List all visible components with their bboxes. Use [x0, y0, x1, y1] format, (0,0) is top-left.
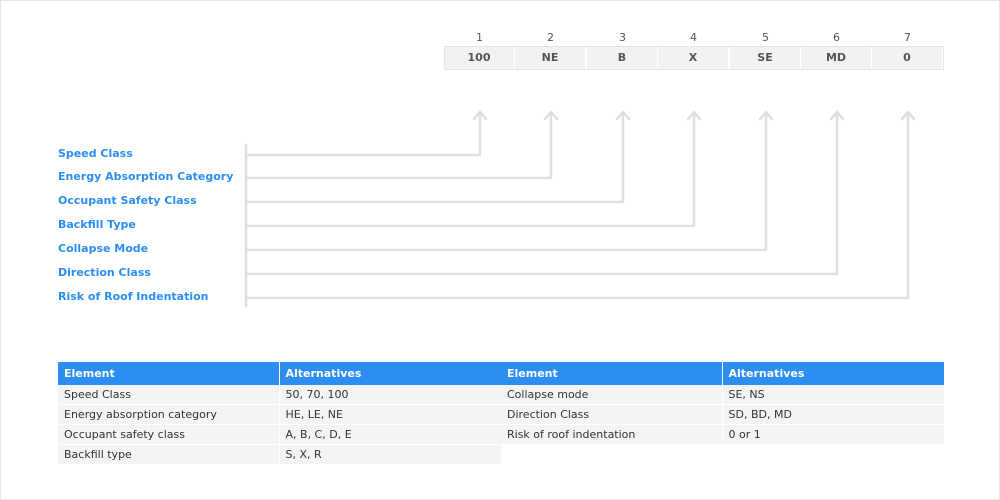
alternatives-cell: 50, 70, 100 — [279, 385, 502, 405]
connector-energy-absorption — [244, 110, 553, 180]
element-cell: Direction Class — [501, 404, 723, 425]
alternatives-table-left: Element Alternatives Speed Class 50, 70,… — [58, 362, 502, 465]
table-row: Collapse mode SE, NS — [501, 385, 945, 405]
connector-roof-indentation — [244, 110, 910, 300]
label-speed-class: Speed Class — [58, 147, 133, 160]
label-risk-of-roof-indentation: Risk of Roof Indentation — [58, 290, 209, 303]
table-row: Direction Class SD, BD, MD — [501, 404, 945, 425]
table-row: Occupant safety class A, B, C, D, E — [58, 424, 502, 445]
label-direction-class: Direction Class — [58, 266, 151, 279]
label-energy-absorption-category: Energy Absorption Category — [58, 170, 234, 183]
table-row: Backfill type S, X, R — [58, 444, 502, 465]
table-header-row: Element Alternatives — [58, 362, 502, 385]
table-row: Speed Class 50, 70, 100 — [58, 385, 502, 405]
column-header-element: Element — [501, 362, 723, 385]
label-backfill-type: Backfill Type — [58, 218, 136, 231]
element-cell: Occupant safety class — [58, 424, 280, 445]
alternatives-cell: A, B, C, D, E — [279, 424, 502, 445]
alternatives-cell: S, X, R — [279, 444, 502, 465]
alternatives-cell: HE, LE, NE — [279, 404, 502, 425]
alternatives-cell: SE, NS — [722, 385, 945, 405]
connector-backfill-type — [244, 110, 696, 228]
alternatives-cell: SD, BD, MD — [722, 404, 945, 425]
element-cell: Risk of roof indentation — [501, 424, 723, 445]
column-header-alternatives: Alternatives — [279, 362, 502, 385]
connector-collapse-mode — [244, 110, 768, 252]
column-header-alternatives: Alternatives — [722, 362, 945, 385]
connector-occupant-safety — [244, 110, 625, 204]
table-row: Risk of roof indentation 0 or 1 — [501, 424, 945, 445]
element-cell: Energy absorption category — [58, 404, 280, 425]
column-header-element: Element — [58, 362, 280, 385]
table-row: Energy absorption category HE, LE, NE — [58, 404, 502, 425]
element-cell: Backfill type — [58, 444, 280, 465]
label-occupant-safety-class: Occupant Safety Class — [58, 194, 197, 207]
label-collapse-mode: Collapse Mode — [58, 242, 149, 255]
table-header-row: Element Alternatives — [501, 362, 945, 385]
element-cell: Collapse mode — [501, 385, 723, 405]
alternatives-cell: 0 or 1 — [722, 424, 945, 445]
connector-speed-class — [244, 110, 482, 157]
alternatives-table-right: Element Alternatives Collapse mode SE, N… — [501, 362, 945, 445]
element-cell: Speed Class — [58, 385, 280, 405]
